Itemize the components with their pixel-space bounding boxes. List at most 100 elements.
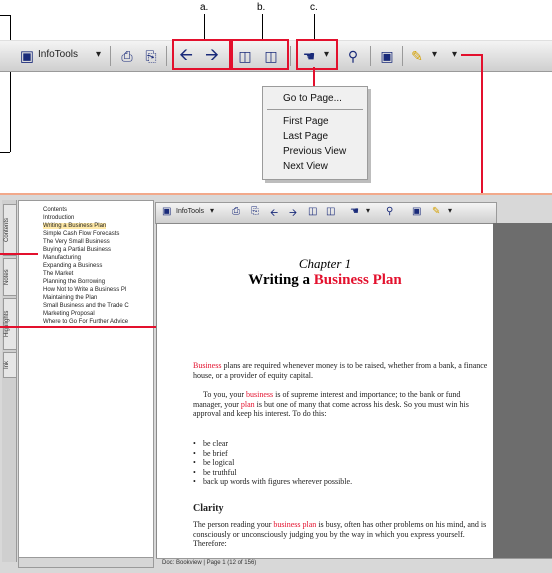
bracket-line	[10, 15, 11, 152]
menu-item-go-to-page[interactable]: Go to Page...	[283, 93, 342, 104]
bullet-item: be truthful	[193, 468, 491, 478]
chevron-down-icon[interactable]: ▾	[432, 49, 437, 60]
highlight-term: business plan	[273, 520, 317, 529]
callout-label-a: a.	[200, 2, 209, 13]
menu-item-last-page[interactable]: Last Page	[283, 131, 328, 142]
bullet-list: be clear be brief be logical be truthful…	[193, 439, 491, 487]
toc-item[interactable]: Contents	[43, 207, 67, 213]
toc-item[interactable]: The Market	[43, 271, 73, 277]
callout-box-b	[231, 39, 289, 70]
status-text: Doc: Bookview | Page 1 (12 of 156)	[162, 560, 257, 566]
toolbar-separator	[166, 46, 167, 66]
toolbar-separator	[290, 46, 291, 66]
highlight-term: plan	[240, 399, 255, 409]
callout-line-c	[314, 14, 315, 40]
save-icon[interactable]: ▣	[162, 206, 171, 217]
toc-item[interactable]: Simple Cash Flow Forecasts	[43, 231, 119, 237]
status-bar: Doc: Bookview | Page 1 (12 of 156)	[156, 558, 552, 569]
menu-item-previous-view[interactable]: Previous View	[283, 146, 346, 157]
toc-item[interactable]: Expanding a Business	[43, 263, 102, 269]
bullet-item: be logical	[193, 458, 491, 468]
table-of-contents: Contents Introduction Writing a Business…	[18, 200, 154, 558]
chapter-number: Chapter 1	[298, 256, 352, 271]
chapter-title-highlight: Business Plan	[313, 272, 402, 288]
toc-item[interactable]: The Very Small Business	[43, 239, 110, 245]
highlighter-icon[interactable]: ✎	[432, 206, 440, 217]
chapter-title: Writing a Business Plan	[157, 272, 493, 289]
bullet-item: be clear	[193, 439, 491, 449]
paragraph-2-text: To you, your	[203, 390, 246, 399]
bullet-item: be brief	[193, 449, 491, 459]
back-arrow-icon[interactable]: 🡨	[270, 206, 278, 223]
toolbar-separator	[402, 46, 403, 66]
tab-highlights[interactable]: Highlights	[3, 298, 17, 350]
paragraph-3: The person reading your business plan is…	[193, 520, 491, 549]
toc-item[interactable]: Small Business and the Trade C	[43, 303, 129, 309]
callout-line-a	[204, 14, 205, 40]
reader-toolbar: ▣ InfoTools ▾ ⎙ ⎘ 🡨 🡪 ◫ ◫ ☚ ▾ ⚲ ▣ ✎ ▾	[155, 202, 497, 224]
chapter-title-prefix: Writing a	[248, 272, 314, 288]
toc-item[interactable]: Planning the Borrowing	[43, 279, 105, 285]
highlight-term: Business	[193, 361, 222, 370]
callout-label-b: b.	[257, 2, 266, 13]
save-icon[interactable]: ▣	[18, 46, 36, 66]
bookmark-icon[interactable]: ▣	[412, 206, 421, 217]
toc-item[interactable]: How Not to Write a Business Pl	[43, 287, 126, 293]
toc-item[interactable]: Maintaining the Plan	[43, 295, 97, 301]
page-margin-area	[493, 223, 552, 558]
toc-item[interactable]: Buying a Partial Business	[43, 247, 111, 253]
paragraph-2: To you, your business is of supreme inte…	[193, 390, 491, 419]
callout-box-c	[296, 39, 338, 70]
toc-item[interactable]: Manufacturing	[43, 255, 81, 261]
highlight-term: business	[246, 390, 274, 399]
callout-line-toc	[0, 253, 38, 255]
zoom-box-2-icon[interactable]: ◫	[326, 206, 335, 217]
section-heading: Clarity	[193, 503, 224, 514]
chevron-down-icon[interactable]: ▾	[448, 206, 452, 215]
go-to-page-icon[interactable]: ☚	[350, 206, 359, 217]
menu-item-first-page[interactable]: First Page	[283, 116, 329, 127]
callout-line-b	[262, 14, 263, 40]
search-icon[interactable]: ⚲	[386, 206, 393, 217]
print-icon[interactable]: ⎘	[251, 206, 259, 217]
bookmark-icon[interactable]: ▣	[378, 46, 396, 66]
chevron-down-icon[interactable]: ▾	[210, 206, 214, 215]
callout-box-a	[172, 39, 231, 70]
zoom-box-icon[interactable]: ◫	[308, 206, 317, 217]
toc-item[interactable]: Marketing Proposal	[43, 311, 95, 317]
print-icon[interactable]: ⎘	[142, 46, 160, 66]
paragraph-3-text: The person reading your	[193, 520, 274, 529]
paragraph-1: Business plans are required whenever mon…	[193, 361, 491, 380]
document-stack-icon[interactable]: ⎙	[118, 46, 136, 66]
search-icon[interactable]: ⚲	[344, 46, 362, 66]
bullet-item: back up words with figures wherever poss…	[193, 477, 491, 487]
callout-line-toolbar	[481, 54, 483, 204]
toolbar-separator	[110, 46, 111, 66]
tab-ink[interactable]: Ink	[3, 352, 17, 378]
forward-arrow-icon[interactable]: 🡪	[289, 206, 297, 223]
chevron-down-icon[interactable]: ▾	[96, 49, 101, 60]
go-to-menu: Go to Page... First Page Last Page Previ…	[262, 86, 368, 180]
tab-contents[interactable]: Contents	[3, 204, 17, 256]
menu-item-next-view[interactable]: Next View	[283, 161, 328, 172]
toc-horizontal-scrollbar[interactable]	[18, 557, 154, 568]
highlighter-icon[interactable]: ✎	[408, 46, 426, 66]
toc-item[interactable]: Introduction	[43, 215, 74, 221]
chevron-down-icon[interactable]: ▾	[366, 206, 370, 215]
infotools-label[interactable]: InfoTools	[176, 208, 204, 215]
toc-item-selected[interactable]: Writing a Business Plan	[43, 223, 107, 229]
toolbar-separator	[370, 46, 371, 66]
document-stack-icon[interactable]: ⎙	[232, 206, 240, 217]
bracket-line	[0, 15, 10, 16]
bracket-line	[0, 152, 10, 153]
tab-notes[interactable]: Notes	[3, 258, 17, 296]
callout-line-c-menu	[313, 67, 315, 86]
toc-item[interactable]: Where to Go For Further Advice	[43, 319, 128, 325]
callout-label-c: c.	[310, 2, 318, 13]
document-page: Chapter 1 Writing a Business Plan Busine…	[156, 223, 494, 560]
callout-line-toolbar	[461, 54, 483, 56]
infotools-label[interactable]: InfoTools	[38, 49, 78, 60]
menu-divider	[267, 109, 363, 110]
paragraph-1-text: plans are required whenever money is to …	[193, 361, 488, 380]
overflow-chevron-icon[interactable]: ▾	[452, 49, 457, 60]
